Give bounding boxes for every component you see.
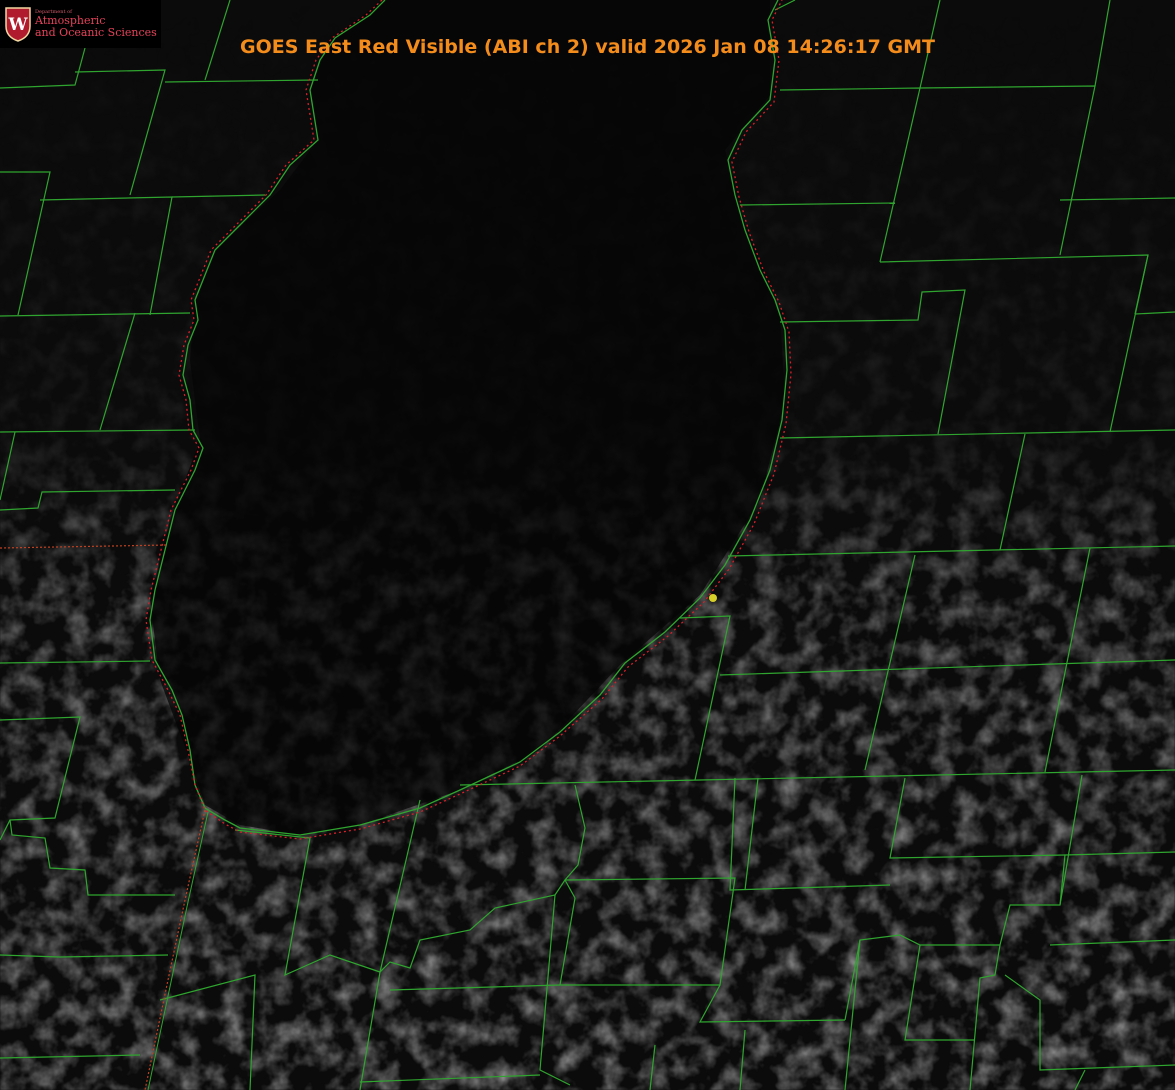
logo-text: Department of Atmospheric and Oceanic Sc… bbox=[35, 9, 157, 38]
logo-line-1: Atmospheric bbox=[35, 14, 106, 28]
satellite-map bbox=[0, 0, 1175, 1090]
location-marker bbox=[709, 594, 717, 602]
image-title: GOES East Red Visible (ABI ch 2) valid 2… bbox=[240, 36, 935, 58]
crest-letter: W bbox=[7, 15, 28, 35]
